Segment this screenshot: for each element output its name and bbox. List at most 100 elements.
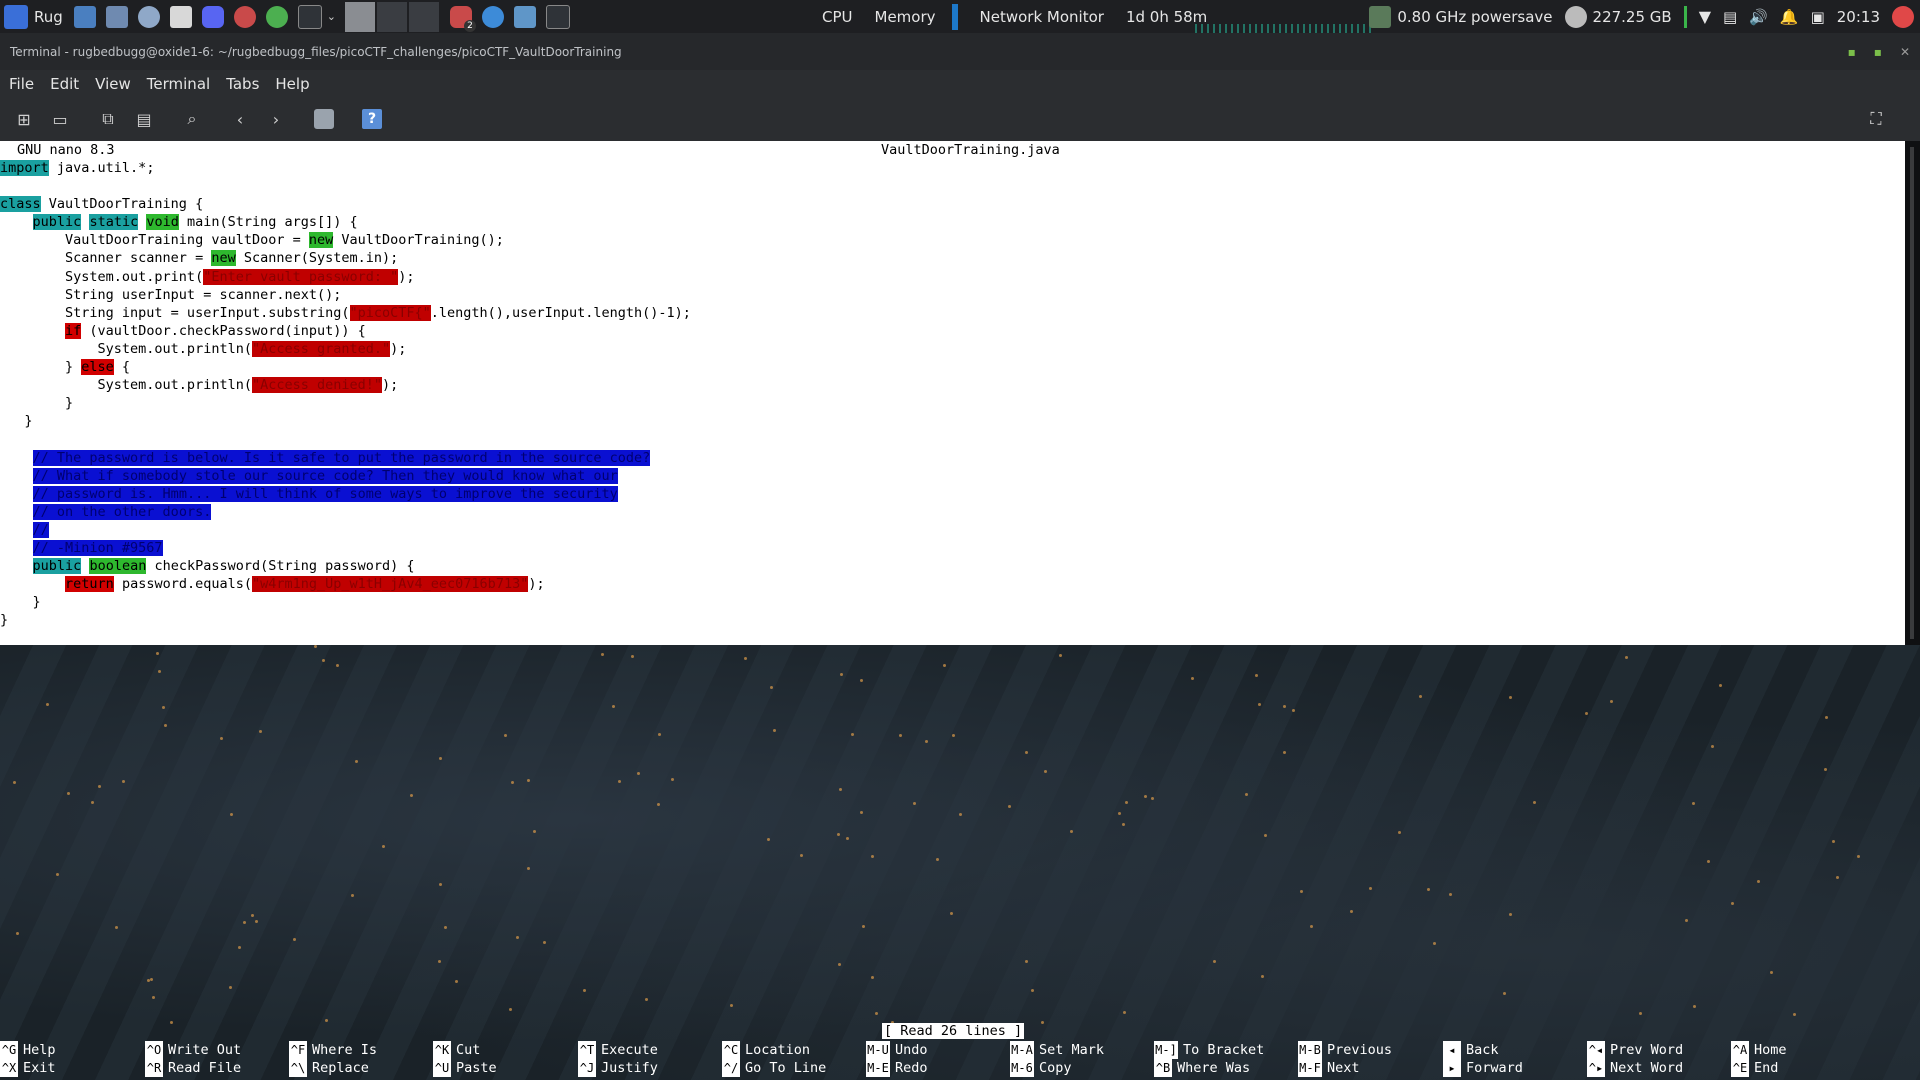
city-light bbox=[1369, 887, 1372, 890]
fullscreen-icon[interactable]: ⛶ bbox=[1866, 109, 1886, 129]
shortcut-item[interactable]: M-] To Bracket bbox=[1154, 1041, 1294, 1059]
menu-edit[interactable]: Edit bbox=[50, 75, 79, 93]
whisker-menu-button[interactable]: Rug bbox=[0, 4, 69, 29]
discord-launcher-icon[interactable] bbox=[201, 5, 224, 28]
shortcut-item[interactable]: ^K Cut bbox=[433, 1041, 573, 1059]
power-icon[interactable] bbox=[1892, 5, 1914, 28]
clock[interactable]: 20:13 bbox=[1837, 8, 1880, 26]
shortcut-item[interactable]: M-A Set Mark bbox=[1010, 1041, 1150, 1059]
shortcut-item[interactable]: ^A Home bbox=[1731, 1041, 1871, 1059]
shortcut-item[interactable]: ^/ Go To Line bbox=[722, 1059, 862, 1077]
memory-monitor[interactable]: Memory bbox=[875, 3, 958, 30]
shortcut-key: ^◂ bbox=[1587, 1041, 1605, 1059]
nano-status: [ Read 26 lines ] bbox=[882, 1023, 1025, 1039]
code-text: System.out.print( bbox=[0, 268, 204, 285]
shortcut-item[interactable]: M-6 Copy bbox=[1010, 1059, 1150, 1077]
wifi-icon[interactable]: ▼ bbox=[1699, 7, 1711, 26]
shortcut-item[interactable]: ^T Execute bbox=[578, 1041, 718, 1059]
disk-label[interactable]: 227.25 GB bbox=[1593, 8, 1672, 26]
clipboard-icon[interactable]: ▤ bbox=[1723, 8, 1737, 26]
city-light bbox=[56, 873, 59, 876]
editor-launcher-icon[interactable] bbox=[169, 5, 192, 28]
city-light bbox=[229, 986, 232, 989]
workspace-switcher[interactable] bbox=[344, 1, 440, 32]
taskbar-app-icon[interactable]: 2 bbox=[450, 5, 476, 32]
window-titlebar[interactable]: Terminal - rugbedbugg@oxide1-6: ~/rugbed… bbox=[0, 33, 1920, 70]
cpu-freq-label[interactable]: 0.80 GHz powersave bbox=[1397, 8, 1552, 26]
shortcut-item[interactable]: ^J Justify bbox=[578, 1059, 718, 1077]
terminal-launcher-icon[interactable] bbox=[297, 4, 322, 29]
taskbar-terminal-icon[interactable] bbox=[546, 4, 570, 29]
nano-titlebar: GNU nano 8.3 VaultDoorTraining.java bbox=[0, 141, 1905, 159]
shortcut-item[interactable]: ^▸ Next Word bbox=[1587, 1059, 1727, 1077]
app-icon[interactable] bbox=[314, 109, 334, 129]
maximize-icon[interactable]: ▪ bbox=[1874, 45, 1882, 59]
code-area[interactable]: import java.util.*; class VaultDoorTrain… bbox=[0, 159, 691, 629]
help-button[interactable]: ? bbox=[362, 109, 382, 129]
paste-icon[interactable]: ▤ bbox=[134, 109, 154, 129]
shortcut-key: M-E bbox=[866, 1059, 890, 1077]
shortcut-item[interactable]: M-E Redo bbox=[866, 1059, 1006, 1077]
code-line: } bbox=[0, 593, 691, 611]
search-icon[interactable]: ⌕ bbox=[182, 109, 202, 129]
shortcut-item[interactable]: ^C Location bbox=[722, 1041, 862, 1059]
menu-view[interactable]: View bbox=[95, 75, 131, 93]
taskbar-music-icon[interactable] bbox=[482, 5, 504, 28]
cpu-monitor[interactable]: CPU bbox=[822, 8, 853, 26]
city-light bbox=[1610, 700, 1613, 703]
shortcut-item[interactable]: ^\ Replace bbox=[289, 1059, 429, 1077]
new-tab-icon[interactable]: ⊞ bbox=[14, 109, 34, 129]
shortcut-item[interactable]: ^U Paste bbox=[433, 1059, 573, 1077]
media-launcher-icon[interactable] bbox=[233, 5, 256, 28]
city-light bbox=[1255, 674, 1258, 677]
workspace-3[interactable] bbox=[409, 1, 439, 32]
shortcut-item[interactable]: ◂ Back bbox=[1443, 1041, 1583, 1059]
shortcut-item[interactable]: M-B Previous bbox=[1298, 1041, 1438, 1059]
shortcut-item[interactable]: ^O Write Out bbox=[145, 1041, 285, 1059]
close-icon[interactable]: ✕ bbox=[1900, 45, 1910, 59]
app-launcher-icon[interactable] bbox=[105, 5, 128, 28]
menu-help[interactable]: Help bbox=[275, 75, 309, 93]
terminal-scrollbar[interactable] bbox=[1905, 141, 1920, 645]
city-light bbox=[800, 854, 803, 857]
launcher-dropdown-icon[interactable]: ⌄ bbox=[327, 10, 336, 23]
new-window-icon[interactable]: ▭ bbox=[50, 109, 70, 129]
menu-terminal[interactable]: Terminal bbox=[147, 75, 210, 93]
shortcut-item[interactable]: ^F Where Is bbox=[289, 1041, 429, 1059]
copy-icon[interactable]: ⧉ bbox=[98, 109, 118, 129]
shortcut-label: Where Is bbox=[312, 1042, 378, 1058]
workspace-2[interactable] bbox=[377, 1, 407, 32]
menu-file[interactable]: File bbox=[9, 75, 34, 93]
menu-tabs[interactable]: Tabs bbox=[226, 75, 259, 93]
shortcut-item[interactable]: ^◂ Prev Word bbox=[1587, 1041, 1727, 1059]
shortcut-item[interactable]: ▸ Forward bbox=[1443, 1059, 1583, 1077]
notifications-icon[interactable]: 🔔 bbox=[1780, 8, 1799, 26]
previous-tab-icon[interactable]: ‹ bbox=[230, 109, 250, 129]
next-tab-icon[interactable]: › bbox=[266, 109, 286, 129]
workspace-1[interactable] bbox=[345, 1, 375, 32]
clock-calendar-icon[interactable]: ▣ bbox=[1811, 8, 1825, 26]
minimize-icon[interactable]: ▪ bbox=[1848, 45, 1856, 59]
volume-icon[interactable]: 🔊 bbox=[1749, 8, 1768, 26]
nano-editor[interactable]: GNU nano 8.3 VaultDoorTraining.java impo… bbox=[0, 141, 1905, 645]
shortcut-item[interactable]: ^E End bbox=[1731, 1059, 1871, 1077]
taskbar-folder-icon[interactable] bbox=[514, 5, 536, 28]
shortcut-item[interactable]: M-U Undo bbox=[866, 1041, 1006, 1059]
shortcut-item[interactable]: ^R Read File bbox=[145, 1059, 285, 1077]
network-monitor[interactable]: Network Monitor bbox=[980, 8, 1104, 26]
city-light bbox=[509, 1008, 512, 1011]
city-light bbox=[152, 996, 155, 999]
screenshot-launcher-icon[interactable] bbox=[137, 5, 160, 28]
files-launcher-icon[interactable] bbox=[73, 5, 96, 28]
chrome-launcher-icon[interactable] bbox=[265, 5, 288, 28]
shortcut-item[interactable]: M-F Next bbox=[1298, 1059, 1438, 1077]
syntax-token: import bbox=[0, 160, 49, 176]
shortcut-item[interactable]: ^X Exit bbox=[0, 1059, 140, 1077]
shortcut-item[interactable]: ^B Where Was bbox=[1154, 1059, 1294, 1077]
code-text: .length(),userInput.length()-1); bbox=[430, 304, 691, 321]
shortcut-item[interactable]: ^G Help bbox=[0, 1041, 140, 1059]
city-light bbox=[16, 932, 19, 935]
